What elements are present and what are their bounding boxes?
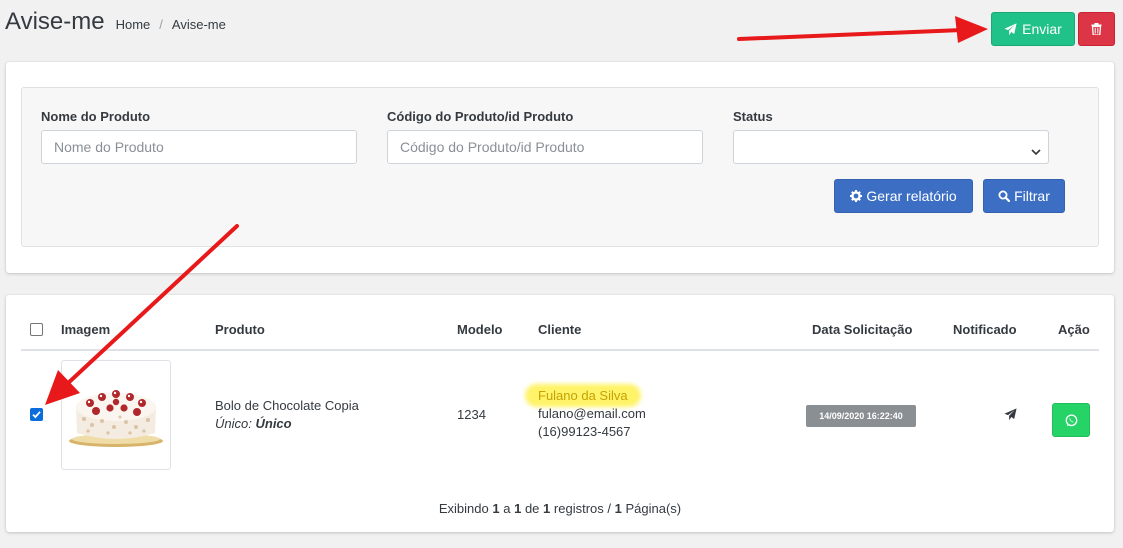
whatsapp-button[interactable] — [1052, 403, 1090, 437]
pagination-a: a — [503, 501, 511, 516]
table-header-divider — [21, 349, 1099, 351]
pagination-de: de — [524, 501, 540, 516]
column-header-notified: Notificado — [953, 322, 1017, 337]
product-option: Único: Único — [215, 415, 359, 433]
product-name: Bolo de Chocolate Copia — [215, 398, 359, 413]
client-email: fulano@email.com — [538, 406, 646, 421]
delete-button[interactable] — [1078, 12, 1115, 46]
product-name-input[interactable]: Nome do Produto — [41, 130, 357, 164]
trash-icon — [1091, 23, 1102, 35]
column-header-model: Modelo — [457, 322, 503, 337]
product-name-label: Nome do Produto — [41, 109, 151, 124]
product-image[interactable] — [61, 360, 171, 470]
product-option-label: Único: — [215, 416, 252, 431]
breadcrumb-home-link[interactable]: Home — [116, 17, 151, 32]
filter-panel: Nome do Produto Nome do Produto Código d… — [21, 87, 1099, 247]
pagination-info: Exibindo 1 a 1 de 1 registros / 1 Página… — [6, 501, 1114, 516]
send-button[interactable]: Enviar — [991, 12, 1075, 46]
paper-plane-icon — [1004, 408, 1017, 426]
pagination-pages-label: Página(s) — [625, 501, 682, 516]
generate-report-button[interactable]: Gerar relatório — [834, 179, 973, 213]
page-header: Avise-me Home / Avise-me — [5, 8, 226, 48]
client-phone: (16)99123-4567 — [538, 424, 631, 439]
page-title: Avise-me — [5, 8, 105, 35]
send-button-label: Enviar — [1022, 21, 1062, 37]
filter-label: Filtrar — [1014, 188, 1050, 204]
breadcrumb: Home / Avise-me — [116, 17, 226, 32]
cake-image — [69, 390, 163, 447]
client-name: Fulano da Silva — [528, 387, 638, 404]
request-date-badge: 14/09/2020 16:22:40 — [806, 405, 916, 427]
product-option-value: Único — [255, 416, 292, 431]
filter-card: Nome do Produto Nome do Produto Código d… — [6, 62, 1114, 273]
status-label: Status — [733, 109, 773, 124]
search-icon — [998, 190, 1011, 202]
chevron-down-icon — [1031, 143, 1041, 159]
product-code-placeholder: Código do Produto/id Produto — [400, 139, 585, 155]
column-header-request-date: Data Solicitação — [812, 322, 913, 337]
generate-report-label: Gerar relatório — [866, 188, 957, 204]
product-name-placeholder: Nome do Produto — [54, 139, 164, 155]
product-code-label: Código do Produto/id Produto — [387, 109, 574, 124]
row-checkbox[interactable] — [30, 408, 43, 421]
column-header-image: Imagem — [61, 322, 111, 337]
whatsapp-icon — [1065, 413, 1078, 427]
pagination-total: 1 — [543, 501, 551, 516]
product-cell: Bolo de Chocolate Copia Único: Único — [215, 397, 359, 433]
paper-plane-icon — [1004, 22, 1017, 36]
column-header-product: Produto — [215, 322, 265, 337]
filter-button[interactable]: Filtrar — [983, 179, 1065, 213]
client-cell: Fulano da Silva fulano@email.com (16)991… — [528, 387, 646, 441]
column-header-client: Cliente — [538, 322, 582, 337]
pagination-registros: registros / — [553, 501, 611, 516]
pagination-from: 1 — [492, 501, 500, 516]
pagination-prefix: Exibindo — [438, 501, 489, 516]
annotation-arrow-send — [737, 16, 988, 43]
select-all-checkbox[interactable] — [30, 323, 43, 336]
breadcrumb-current: Avise-me — [171, 17, 226, 32]
model-cell: 1234 — [457, 407, 486, 422]
pagination-to: 1 — [514, 501, 522, 516]
status-select[interactable] — [733, 130, 1049, 164]
column-header-action: Ação — [1058, 322, 1090, 337]
results-card: Imagem Produto Modelo Cliente Data Solic… — [6, 295, 1114, 532]
product-code-input[interactable]: Código do Produto/id Produto — [387, 130, 703, 164]
gear-icon — [850, 190, 863, 202]
breadcrumb-separator: / — [159, 17, 163, 32]
pagination-pages: 1 — [614, 501, 622, 516]
